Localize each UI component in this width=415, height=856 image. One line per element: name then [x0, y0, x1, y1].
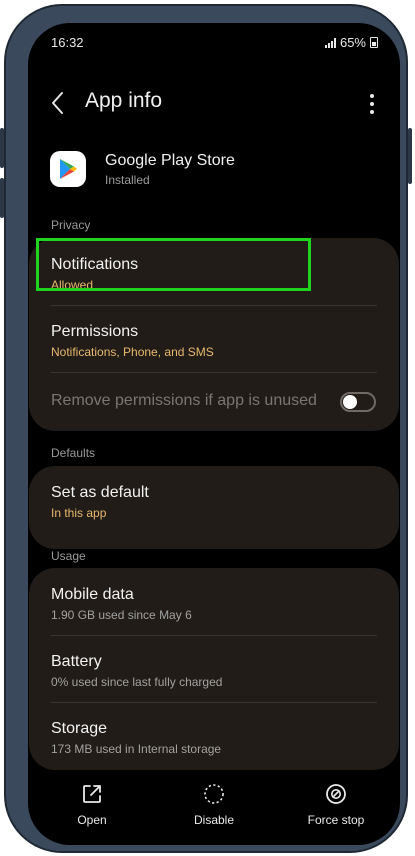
app-install-status: Installed: [105, 173, 150, 187]
signal-icon: [324, 37, 336, 48]
page-title: App info: [85, 89, 163, 112]
divider: [51, 702, 377, 703]
permissions-item[interactable]: Permissions Notifications, Phone, and SM…: [51, 322, 377, 360]
toggle-knob: [343, 395, 357, 409]
battery-item[interactable]: Battery 0% used since last fully charged: [51, 652, 377, 690]
defaults-card: Set as default In this app: [29, 466, 399, 549]
remove-permissions-toggle[interactable]: [340, 392, 376, 412]
back-button[interactable]: [48, 89, 68, 117]
open-external-icon: [83, 785, 101, 803]
battery-icon: [370, 37, 378, 48]
open-label: Open: [77, 813, 107, 827]
divider: [51, 305, 377, 306]
phone-frame: 16:32 65% App info Google Play Store Ins…: [0, 4, 412, 853]
more-vertical-icon: [370, 94, 374, 114]
storage-title: Storage: [51, 720, 108, 737]
app-header: Google Play Store Installed: [50, 151, 370, 191]
divider: [51, 635, 377, 636]
status-bar: 16:32 65%: [28, 35, 400, 53]
notifications-title: Notifications: [51, 256, 139, 273]
force-stop-button[interactable]: Force stop: [291, 783, 381, 827]
force-stop-label: Force stop: [307, 813, 365, 827]
power-button: [408, 128, 412, 184]
section-label-defaults: Defaults: [51, 446, 96, 460]
battery-percent: 65%: [339, 35, 366, 50]
app-name: Google Play Store: [105, 152, 235, 169]
status-time: 16:32: [51, 35, 84, 50]
battery-subtitle: 0% used since last fully charged: [51, 675, 223, 689]
mobile-data-subtitle: 1.90 GB used since May 6: [51, 608, 192, 622]
mobile-data-item[interactable]: Mobile data 1.90 GB used since May 6: [51, 585, 377, 623]
remove-permissions-label: Remove permissions if app is unused: [51, 392, 317, 409]
set-as-default-subtitle: In this app: [51, 506, 107, 520]
notifications-item[interactable]: Notifications Allowed: [51, 255, 377, 293]
set-as-default-title: Set as default: [51, 484, 149, 501]
privacy-card: Notifications Allowed Permissions Notifi…: [29, 238, 399, 431]
disable-button[interactable]: Disable: [169, 783, 259, 827]
storage-subtitle: 173 MB used in Internal storage: [51, 742, 222, 756]
section-label-usage: Usage: [51, 549, 86, 563]
volume-button: [0, 178, 4, 218]
mobile-data-title: Mobile data: [51, 586, 134, 603]
more-options-button[interactable]: [364, 91, 380, 117]
storage-item[interactable]: Storage 173 MB used in Internal storage: [51, 719, 377, 757]
usage-card: Mobile data 1.90 GB used since May 6 Bat…: [29, 568, 399, 770]
notifications-status: Allowed: [51, 278, 94, 292]
status-indicators: 65%: [324, 35, 378, 50]
force-stop-icon: [326, 784, 346, 804]
section-label-privacy: Privacy: [51, 218, 91, 232]
volume-button: [0, 128, 4, 168]
chevron-left-icon: [52, 92, 63, 114]
set-as-default-item[interactable]: Set as default In this app: [51, 483, 377, 521]
permissions-title: Permissions: [51, 323, 139, 340]
screen: 16:32 65% App info Google Play Store Ins…: [28, 23, 400, 845]
google-play-icon: [50, 151, 86, 187]
bottom-action-bar: Open Disable Force stop: [28, 783, 400, 845]
permissions-summary: Notifications, Phone, and SMS: [51, 345, 214, 359]
battery-title: Battery: [51, 653, 102, 670]
open-button[interactable]: Open: [47, 783, 137, 827]
disable-label: Disable: [193, 813, 235, 827]
disable-circle-icon: [204, 784, 224, 804]
divider: [51, 372, 377, 373]
app-bar: App info: [28, 87, 400, 121]
